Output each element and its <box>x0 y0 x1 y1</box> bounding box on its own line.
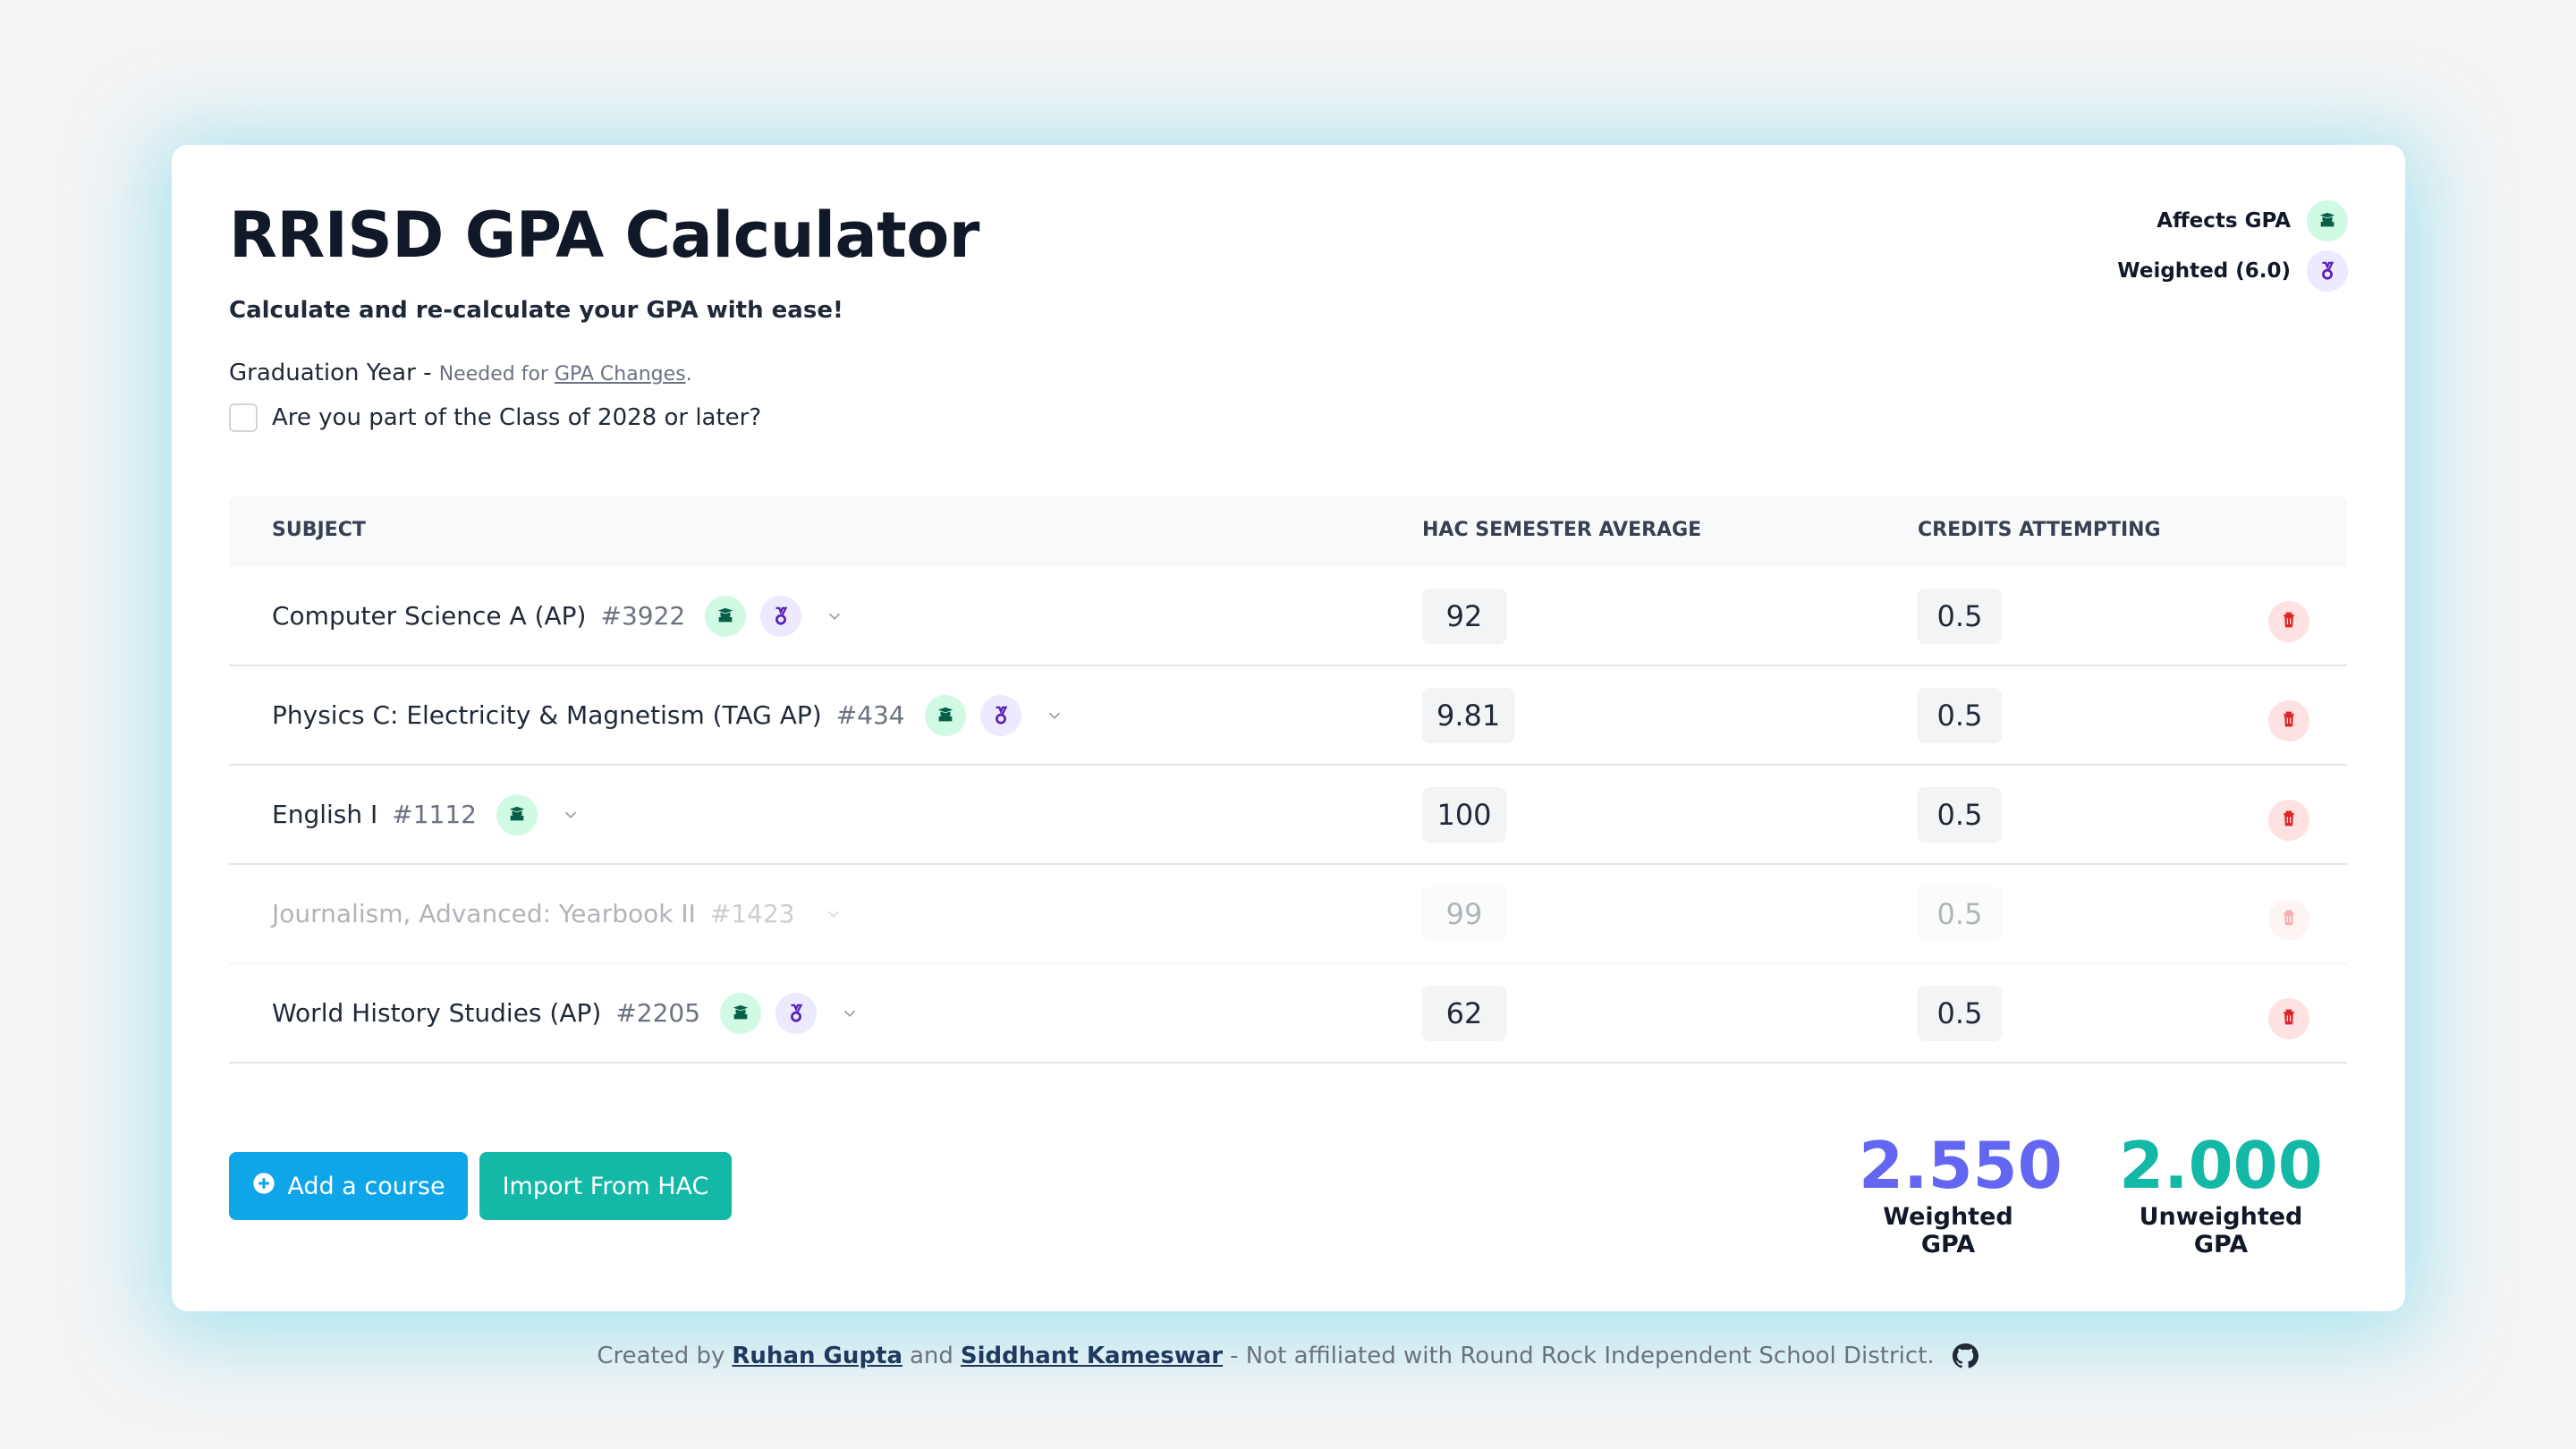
medal-icon[interactable] <box>775 992 818 1034</box>
legend-weighted: Weighted (6.0) <box>2117 250 2348 292</box>
course-name: English I <box>272 800 378 829</box>
course-code: #1112 <box>392 800 477 829</box>
graduate-cap-icon[interactable] <box>705 595 747 637</box>
header-average: HAC SEMESTER AVERAGE <box>1422 519 1702 541</box>
weighted-gpa-value: 2.550 <box>1859 1128 2063 1203</box>
chevron-down-icon[interactable] <box>840 1004 860 1023</box>
average-input[interactable]: 99 <box>1422 886 1506 942</box>
author-link-siddhant[interactable]: Siddhant Kameswar <box>961 1343 1223 1369</box>
delete-button[interactable] <box>2268 899 2309 940</box>
table-row: Journalism, Advanced: Yearbook II #1423 … <box>229 865 2347 964</box>
unweighted-gpa-value: 2.000 <box>2119 1128 2323 1203</box>
class-2028-label: Are you part of the Class of 2028 or lat… <box>272 404 762 431</box>
delete-button[interactable] <box>2268 700 2309 741</box>
graduate-cap-icon[interactable] <box>720 992 762 1034</box>
trash-icon <box>2280 909 2298 930</box>
page-subtitle: Calculate and re-calculate your GPA with… <box>229 297 843 324</box>
medal-icon[interactable] <box>760 595 802 637</box>
course-name: World History Studies (AP) <box>272 998 602 1028</box>
delete-button[interactable] <box>2268 998 2309 1039</box>
import-hac-button[interactable]: Import From HAC <box>479 1152 732 1220</box>
course-subject: English I #1112 <box>272 766 580 863</box>
course-subject: Journalism, Advanced: Yearbook II #1423 <box>272 865 843 962</box>
credits-input[interactable]: 0.5 <box>1918 886 2002 942</box>
course-name: Journalism, Advanced: Yearbook II <box>272 899 696 928</box>
chevron-down-icon[interactable] <box>1045 706 1064 725</box>
author-link-ruhan[interactable]: Ruhan Gupta <box>732 1343 902 1369</box>
class-2028-checkbox-row[interactable]: Are you part of the Class of 2028 or lat… <box>229 403 761 432</box>
chevron-down-icon[interactable] <box>561 805 580 825</box>
footer-and: and <box>910 1343 953 1369</box>
course-subject: Physics C: Electricity & Magnetism (TAG … <box>272 666 1064 764</box>
add-course-label: Add a course <box>287 1172 445 1200</box>
average-input[interactable]: 100 <box>1422 787 1506 843</box>
course-code: #2205 <box>615 998 701 1028</box>
graduation-year-label: Graduation Year - Needed for GPA Changes… <box>229 360 692 386</box>
table-row: Computer Science A (AP) #3922 92 0.5 <box>229 567 2347 666</box>
trash-icon <box>2280 710 2298 732</box>
course-code: #3922 <box>600 601 686 631</box>
trash-icon <box>2280 1008 2298 1030</box>
course-code: #434 <box>835 700 905 730</box>
table-header: SUBJECT HAC SEMESTER AVERAGE CREDITS ATT… <box>229 496 2347 567</box>
average-input[interactable]: 92 <box>1422 589 1506 644</box>
delete-button[interactable] <box>2268 601 2309 642</box>
credits-input[interactable]: 0.5 <box>1918 986 2002 1041</box>
trash-icon <box>2280 611 2298 632</box>
trash-icon <box>2280 809 2298 831</box>
graduate-cap-icon <box>2307 200 2348 242</box>
course-name: Physics C: Electricity & Magnetism (TAG … <box>272 700 822 730</box>
course-subject: Computer Science A (AP) #3922 <box>272 567 844 665</box>
grad-note-end: . <box>685 363 692 386</box>
graduate-cap-icon[interactable] <box>924 694 966 736</box>
header-subject: SUBJECT <box>272 519 366 541</box>
grad-note-text: Needed for <box>438 363 555 386</box>
footer: Created by Ruhan Gupta and Siddhant Kame… <box>0 1342 2576 1370</box>
chevron-down-icon[interactable] <box>824 904 843 924</box>
weighted-gpa-label: Weighted GPA <box>1883 1203 2013 1259</box>
plus-circle-icon <box>251 1171 276 1202</box>
table-row: English I #1112 100 0.5 <box>229 766 2347 865</box>
course-name: Computer Science A (AP) <box>272 601 587 631</box>
class-2028-checkbox[interactable] <box>229 403 258 432</box>
chevron-down-icon[interactable] <box>825 606 844 626</box>
weighted-gpa: 2.550 Weighted GPA <box>1859 1128 2063 1259</box>
gpa-changes-link[interactable]: GPA Changes <box>555 363 686 386</box>
average-input[interactable]: 9.81 <box>1422 688 1515 743</box>
average-input[interactable]: 62 <box>1422 986 1506 1041</box>
legend-affects-gpa: Affects GPA <box>2157 200 2348 242</box>
page-title: RRISD GPA Calculator <box>229 199 979 272</box>
legend-weighted-label: Weighted (6.0) <box>2117 259 2291 283</box>
delete-button[interactable] <box>2268 800 2309 841</box>
credits-input[interactable]: 0.5 <box>1918 589 2002 644</box>
footer-created-by: Created by <box>597 1343 725 1369</box>
github-icon[interactable] <box>1951 1342 1979 1370</box>
legend: Affects GPA Weighted (6.0) <box>2117 200 2348 292</box>
courses-table: SUBJECT HAC SEMESTER AVERAGE CREDITS ATT… <box>229 496 2347 1063</box>
unweighted-gpa-label: Unweighted GPA <box>2139 1203 2303 1259</box>
credits-input[interactable]: 0.5 <box>1918 688 2002 743</box>
grad-label-text: Graduation Year - <box>229 360 439 386</box>
graduate-cap-icon[interactable] <box>496 793 538 835</box>
medal-icon[interactable] <box>979 694 1021 736</box>
header-credits: CREDITS ATTEMPTING <box>1918 519 2161 541</box>
medal-icon <box>2307 250 2348 292</box>
table-row: World History Studies (AP) #2205 62 0.5 <box>229 964 2347 1063</box>
legend-affects-label: Affects GPA <box>2157 209 2291 233</box>
course-subject: World History Studies (AP) #2205 <box>272 964 860 1062</box>
add-course-button[interactable]: Add a course <box>229 1152 468 1220</box>
calculator-card: RRISD GPA Calculator Calculate and re-ca… <box>172 145 2405 1311</box>
course-code: #1423 <box>709 899 795 928</box>
unweighted-gpa: 2.000 Unweighted GPA <box>2118 1128 2324 1259</box>
table-row: Physics C: Electricity & Magnetism (TAG … <box>229 666 2347 766</box>
credits-input[interactable]: 0.5 <box>1918 787 2002 843</box>
footer-disclaimer: - Not affiliated with Round Rock Indepen… <box>1230 1343 1935 1369</box>
